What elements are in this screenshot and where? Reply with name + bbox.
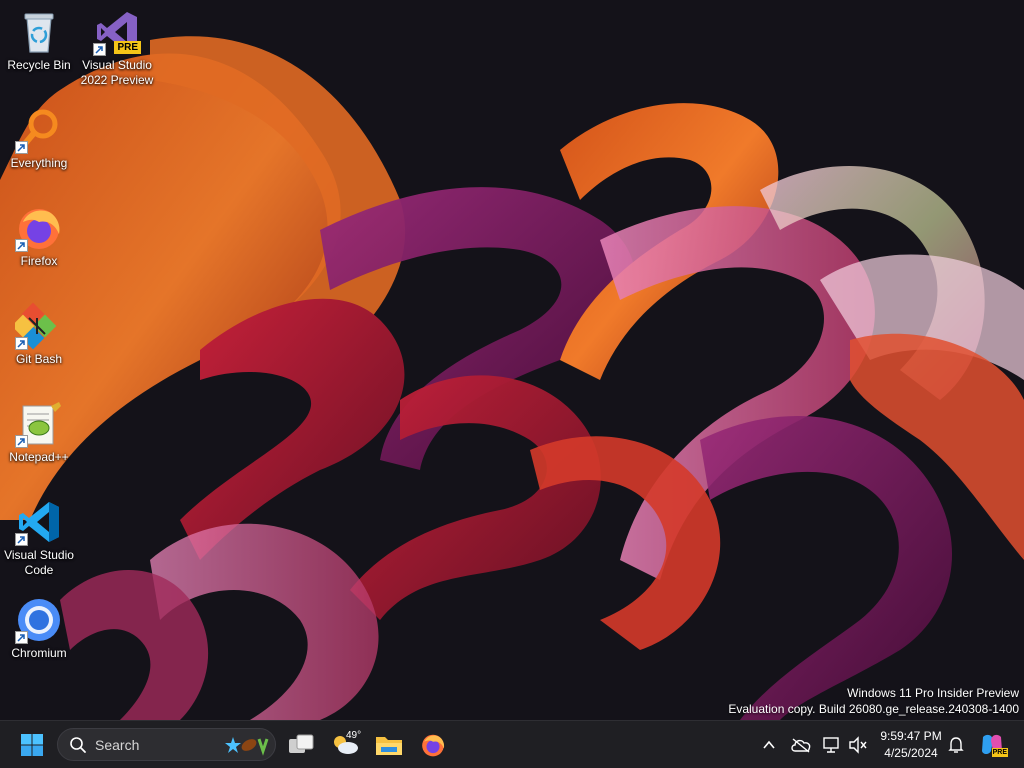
network-tray-button[interactable] [820, 733, 844, 757]
desktop-icon-label: Notepad++ [9, 450, 69, 464]
start-button[interactable] [14, 727, 50, 763]
watermark-edition: Windows 11 Pro Insider Preview [847, 686, 1019, 700]
desktop-icon-visual-studio-2022-preview[interactable]: PRE Visual Studio 2022 Preview [79, 4, 155, 94]
desktop-icon-label: Git Bash [15, 352, 63, 366]
desktop-icon-label: Recycle Bin [7, 58, 71, 72]
vscode-icon [15, 498, 63, 546]
desktop-icon-label: Firefox [20, 254, 58, 268]
desktop-icon-everything[interactable]: Everything [1, 102, 77, 192]
taskbar: Search 49° 9:59:47 PM 4/25/2024 PRE [0, 720, 1024, 768]
clock-time: 9:59:47 PM [880, 729, 942, 743]
notifications-button[interactable] [944, 733, 968, 757]
folder-icon [376, 737, 402, 755]
search-label: Search [95, 736, 140, 753]
desktop-icon-git-bash[interactable]: Git Bash [1, 298, 77, 388]
shortcut-arrow-icon [15, 239, 28, 252]
task-view-icon [289, 734, 314, 753]
desktop-icon-label: Everything [10, 156, 68, 170]
weather-temperature: 49° [346, 730, 362, 741]
copilot-preview-badge: PRE [991, 748, 1008, 757]
visual-studio-preview-icon: PRE [93, 8, 141, 56]
shortcut-arrow-icon [15, 631, 28, 644]
desktop-icon-label: Visual Studio 2022 Preview [80, 58, 154, 87]
volume-tray-button[interactable] [846, 733, 870, 757]
search-icon [70, 736, 86, 753]
show-hidden-icons-button[interactable] [757, 733, 781, 757]
search-highlight-icon [225, 736, 269, 756]
shortcut-arrow-icon [15, 141, 28, 154]
desktop-icon-recycle-bin[interactable]: Recycle Bin [1, 4, 77, 94]
file-explorer-button[interactable] [371, 727, 407, 763]
search-box[interactable]: Search [57, 728, 276, 761]
everything-search-icon [15, 106, 63, 154]
bell-icon [948, 737, 964, 753]
firefox-icon [15, 204, 63, 252]
desktop-icon-notepad-plus-plus[interactable]: Notepad++ [1, 396, 77, 486]
git-bash-icon [11, 302, 63, 350]
notepad-plus-plus-icon [15, 400, 63, 448]
onedrive-tray-button[interactable] [789, 733, 813, 757]
preview-badge: PRE [114, 41, 141, 54]
recycle-bin-icon [15, 8, 63, 56]
chevron-up-icon [763, 740, 775, 749]
desktop-icon-label: Chromium [11, 646, 67, 660]
clock-button[interactable]: 9:59:47 PM 4/25/2024 [872, 728, 950, 762]
desktop-icon-label: Visual Studio Code [4, 548, 74, 577]
clock-date: 4/25/2024 [884, 746, 938, 760]
shortcut-arrow-icon [15, 533, 28, 546]
evaluation-watermark: Windows 11 Pro Insider Preview Evaluatio… [728, 685, 1019, 717]
volume-muted-icon [849, 736, 867, 754]
chromium-icon [15, 596, 63, 644]
desktop-icon-visual-studio-code[interactable]: Visual Studio Code [1, 494, 77, 584]
shortcut-arrow-icon [93, 43, 106, 56]
copilot-button[interactable]: PRE [978, 733, 1008, 757]
task-view-button[interactable] [283, 727, 319, 763]
firefox-taskbar-button[interactable] [415, 727, 451, 763]
network-icon [823, 737, 839, 753]
desktop-icon-firefox[interactable]: Firefox [1, 200, 77, 290]
cloud-offline-icon [791, 738, 811, 753]
watermark-build: Evaluation copy. Build 26080.ge_release.… [728, 702, 1019, 716]
shortcut-arrow-icon [15, 337, 28, 350]
firefox-icon [422, 734, 445, 757]
shortcut-arrow-icon [15, 435, 28, 448]
desktop-icon-chromium[interactable]: Chromium [1, 592, 77, 682]
windows-logo-icon [21, 734, 43, 756]
desktop-wallpaper [0, 0, 1024, 720]
